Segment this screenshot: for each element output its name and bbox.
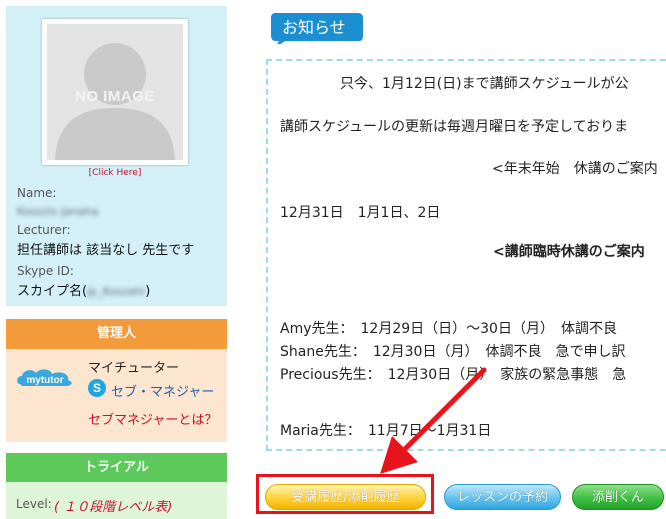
annotation-arrow-icon (380, 367, 487, 474)
